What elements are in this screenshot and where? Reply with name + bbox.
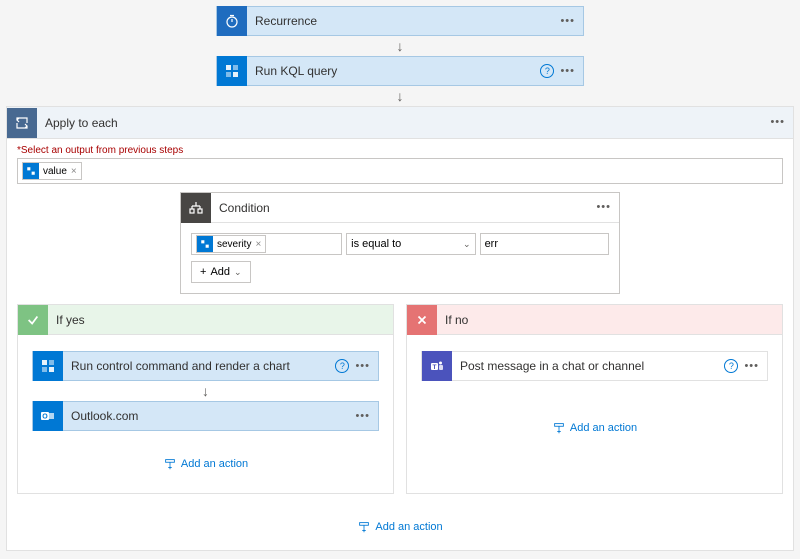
action-title: Run control command and render a chart: [63, 359, 335, 373]
value-token[interactable]: value ×: [22, 162, 82, 180]
timer-icon: [217, 6, 247, 36]
add-action-label: Add an action: [570, 422, 637, 434]
more-icon[interactable]: •••: [744, 361, 759, 372]
apply-to-each-title: Apply to each: [37, 116, 770, 130]
if-no-branch: If no T Post message in a chat or channe…: [406, 304, 783, 494]
adx-icon: [197, 236, 213, 252]
help-icon[interactable]: ?: [724, 359, 738, 373]
if-yes-label: If yes: [48, 313, 393, 327]
help-icon[interactable]: ?: [335, 359, 349, 373]
severity-token[interactable]: severity ×: [196, 235, 266, 253]
adx-icon: [217, 56, 247, 86]
condition-value: err: [485, 238, 498, 250]
recurrence-title: Recurrence: [247, 14, 560, 28]
condition-title: Condition: [211, 201, 596, 215]
outlook-icon: O: [33, 401, 63, 431]
apply-to-each-container: Apply to each ••• *Select an output from…: [6, 106, 794, 551]
more-icon[interactable]: •••: [355, 361, 370, 372]
remove-token-icon[interactable]: ×: [251, 239, 265, 250]
post-message-card[interactable]: T Post message in a chat or channel ? ••…: [421, 351, 768, 381]
if-yes-header: If yes: [18, 305, 393, 335]
check-icon: [18, 305, 48, 335]
add-action-button[interactable]: Add an action: [32, 451, 379, 477]
recurrence-card[interactable]: Recurrence •••: [216, 6, 584, 36]
add-action-icon: [357, 520, 371, 534]
svg-text:T: T: [433, 364, 437, 371]
arrow-icon: ↓: [397, 36, 404, 56]
add-action-button[interactable]: Add an action: [421, 415, 768, 441]
token-label: value: [43, 166, 67, 177]
condition-right-input[interactable]: err: [480, 233, 609, 255]
remove-token-icon[interactable]: ×: [67, 166, 81, 177]
apply-to-each-header[interactable]: Apply to each •••: [7, 107, 793, 139]
teams-icon: T: [422, 351, 452, 381]
plus-icon: +: [200, 266, 206, 278]
svg-text:O: O: [42, 414, 48, 421]
more-icon[interactable]: •••: [560, 66, 575, 77]
token-label: severity: [217, 239, 251, 250]
arrow-icon: ↓: [397, 86, 404, 106]
more-icon[interactable]: •••: [770, 117, 785, 128]
chevron-down-icon: ⌄: [463, 239, 471, 250]
if-no-label: If no: [437, 313, 782, 327]
run-control-command-card[interactable]: Run control command and render a chart ?…: [32, 351, 379, 381]
help-icon[interactable]: ?: [540, 64, 554, 78]
loop-icon: [7, 108, 37, 138]
add-label: Add: [210, 266, 230, 278]
condition-icon: [181, 193, 211, 223]
action-title: Post message in a chat or channel: [452, 359, 724, 373]
add-action-icon: [552, 421, 566, 435]
action-title: Outlook.com: [63, 409, 355, 423]
if-yes-branch: If yes Run control command and render a …: [17, 304, 394, 494]
condition-left-input[interactable]: severity ×: [191, 233, 342, 255]
close-icon: [407, 305, 437, 335]
run-kql-title: Run KQL query: [247, 64, 540, 78]
add-action-button[interactable]: Add an action: [17, 514, 783, 540]
adx-icon: [33, 351, 63, 381]
condition-card: Condition ••• severity × is equal to ⌄: [180, 192, 620, 294]
if-no-header: If no: [407, 305, 782, 335]
more-icon[interactable]: •••: [355, 411, 370, 422]
adx-icon: [23, 163, 39, 179]
more-icon[interactable]: •••: [596, 202, 611, 213]
add-action-label: Add an action: [375, 521, 442, 533]
chevron-down-icon: ⌄: [234, 267, 242, 278]
add-condition-button[interactable]: + Add ⌄: [191, 261, 251, 283]
condition-operator-select[interactable]: is equal to ⌄: [346, 233, 475, 255]
add-action-label: Add an action: [181, 458, 248, 470]
more-icon[interactable]: •••: [560, 16, 575, 27]
add-action-icon: [163, 457, 177, 471]
arrow-icon: ↓: [32, 381, 379, 401]
outlook-card[interactable]: O Outlook.com •••: [32, 401, 379, 431]
condition-header[interactable]: Condition •••: [181, 193, 619, 223]
operator-label: is equal to: [351, 238, 401, 250]
output-label: *Select an output from previous steps: [17, 145, 783, 156]
run-kql-card[interactable]: Run KQL query ? •••: [216, 56, 584, 86]
output-input[interactable]: value ×: [17, 158, 783, 184]
